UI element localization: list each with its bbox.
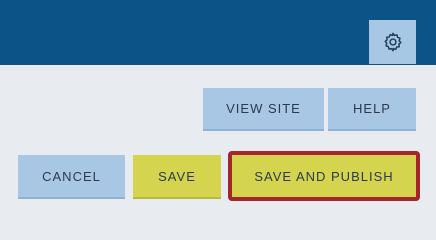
- view-site-button[interactable]: VIEW SITE: [203, 88, 324, 129]
- cancel-button[interactable]: CANCEL: [18, 155, 125, 197]
- save-button[interactable]: SAVE: [133, 155, 221, 197]
- highlight-outline: [228, 151, 420, 201]
- help-button[interactable]: HELP: [328, 88, 416, 129]
- settings-button[interactable]: [369, 20, 416, 64]
- gear-icon: [382, 31, 404, 53]
